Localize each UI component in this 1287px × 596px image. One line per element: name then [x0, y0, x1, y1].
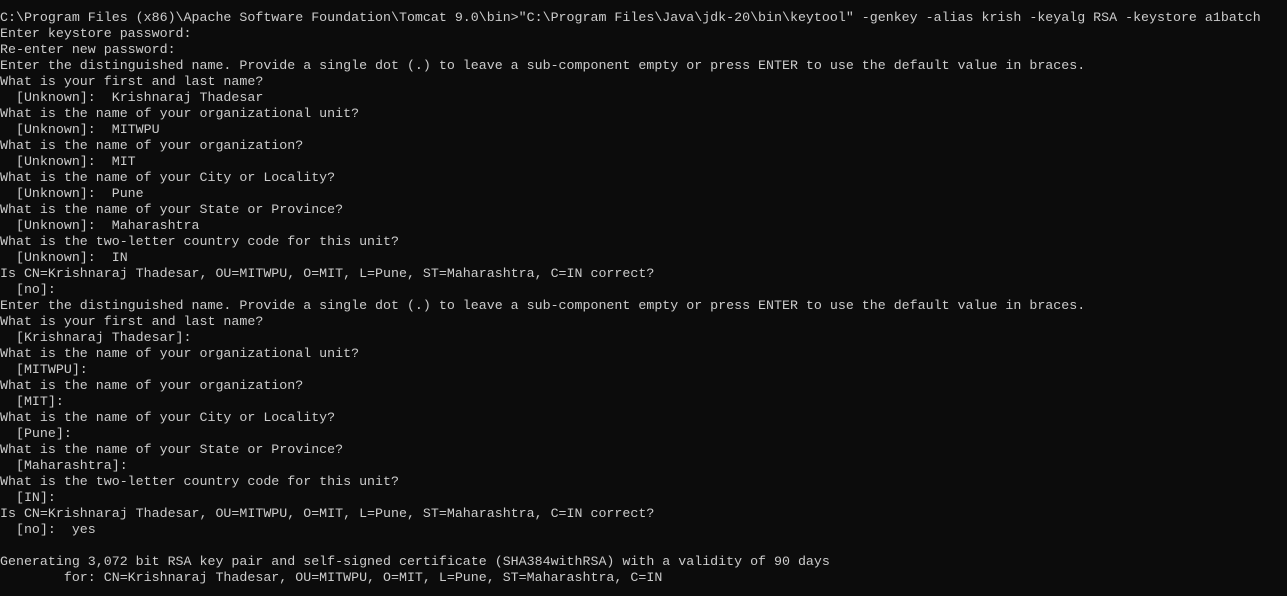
prompt-country-code: What is the two-letter country code for …: [0, 474, 399, 489]
prompt-city: What is the name of your City or Localit…: [0, 410, 336, 425]
confirm-prompt: Is CN=Krishnaraj Thadesar, OU=MITWPU, O=…: [0, 506, 655, 521]
answer-state: [Maharashtra]:: [0, 458, 128, 473]
prompt-organization: What is the name of your organization?: [0, 138, 304, 153]
confirm-prompt: Is CN=Krishnaraj Thadesar, OU=MITWPU, O=…: [0, 266, 655, 281]
answer-first-last-name: [Krishnaraj Thadesar]:: [0, 330, 192, 345]
prompt-country-code: What is the two-letter country code for …: [0, 234, 399, 249]
distinguished-name-instructions: Enter the distinguished name. Provide a …: [0, 58, 1086, 73]
answer-organizational-unit: [MITWPU]:: [0, 362, 88, 377]
prompt-state: What is the name of your State or Provin…: [0, 442, 344, 457]
keystore-password-prompt: Enter keystore password:: [0, 26, 192, 41]
answer-city: [Pune]:: [0, 426, 72, 441]
prompt-state: What is the name of your State or Provin…: [0, 202, 344, 217]
prompt-first-last-name: What is your first and last name?: [0, 314, 264, 329]
answer-country-code: [Unknown]: IN: [0, 250, 128, 265]
answer-first-last-name: [Unknown]: Krishnaraj Thadesar: [0, 90, 264, 105]
prompt-organizational-unit: What is the name of your organizational …: [0, 346, 360, 361]
prompt-city: What is the name of your City or Localit…: [0, 170, 336, 185]
distinguished-name-instructions: Enter the distinguished name. Provide a …: [0, 298, 1086, 313]
answer-organizational-unit: [Unknown]: MITWPU: [0, 122, 160, 137]
answer-country-code: [IN]:: [0, 490, 56, 505]
command-line: C:\Program Files (x86)\Apache Software F…: [0, 10, 1261, 25]
generating-status: Generating 3,072 bit RSA key pair and se…: [0, 554, 830, 569]
answer-city: [Unknown]: Pune: [0, 186, 144, 201]
confirm-answer: [no]: yes: [0, 522, 96, 537]
answer-organization: [Unknown]: MIT: [0, 154, 136, 169]
confirm-answer: [no]:: [0, 282, 56, 297]
prompt-first-last-name: What is your first and last name?: [0, 74, 264, 89]
prompt-organization: What is the name of your organization?: [0, 378, 304, 393]
reenter-password-prompt: Re-enter new password:: [0, 42, 176, 57]
generating-subject: for: CN=Krishnaraj Thadesar, OU=MITWPU, …: [0, 570, 663, 585]
answer-state: [Unknown]: Maharashtra: [0, 218, 200, 233]
prompt-organizational-unit: What is the name of your organizational …: [0, 106, 360, 121]
terminal-window[interactable]: C:\Program Files (x86)\Apache Software F…: [0, 0, 1287, 596]
answer-organization: [MIT]:: [0, 394, 64, 409]
